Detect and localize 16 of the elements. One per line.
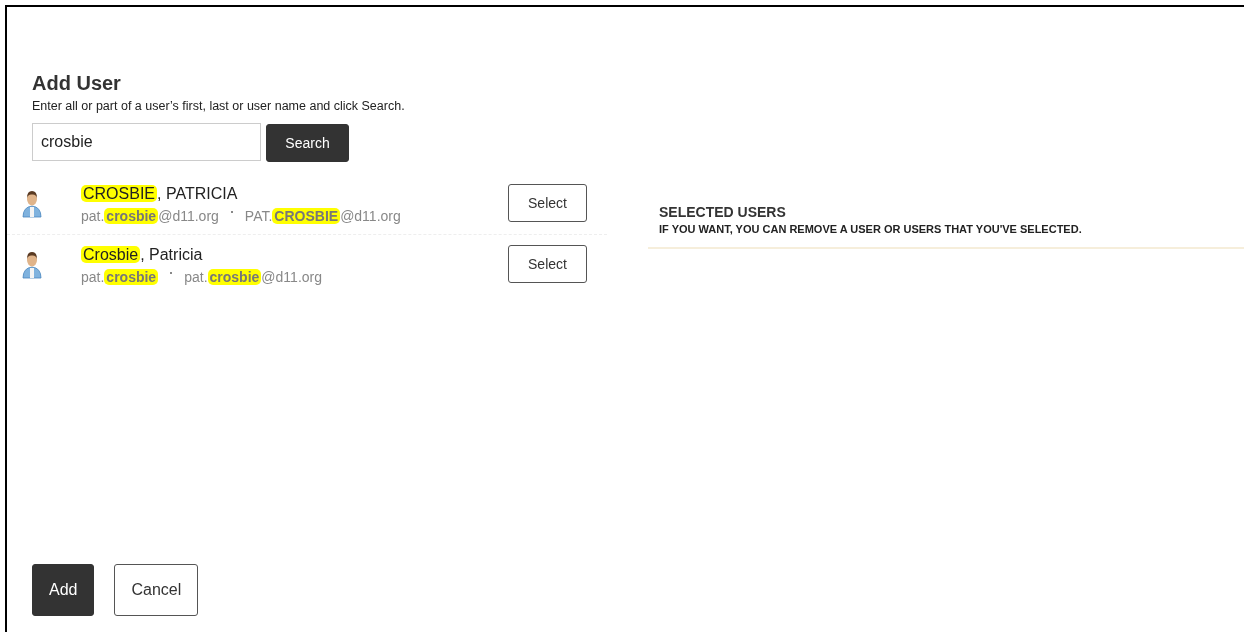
panel-subtitle: IF YOU WANT, YOU CAN REMOVE A USER OR USERS THAT YOU'VE SELECTED. <box>659 223 1083 235</box>
instructions: Enter all or part of a user’s first, last or user name and click Search. <box>32 99 406 113</box>
cancel-button[interactable]: Cancel <box>114 564 199 616</box>
user-id: pat.crosbie@d11.org <box>184 269 322 285</box>
select-button[interactable]: Select <box>508 245 587 283</box>
user-name: Crosbie, Patricia <box>81 245 204 265</box>
select-button[interactable]: Select <box>508 184 587 222</box>
user-name: CROSBIE, PATRICIA <box>81 184 239 204</box>
add-button[interactable]: Add <box>32 564 95 616</box>
user-id: pat.crosbie <box>81 269 159 285</box>
search-field[interactable]: crosbie <box>32 122 261 161</box>
user-id: pat.crosbie@d11.org <box>81 208 219 224</box>
panel-title: SELECTED USERS <box>659 204 787 220</box>
user-id: PAT.CROSBIE@d11.org <box>244 208 401 224</box>
search-button[interactable]: Search <box>266 124 349 162</box>
dialog-title: Add User <box>32 72 122 95</box>
